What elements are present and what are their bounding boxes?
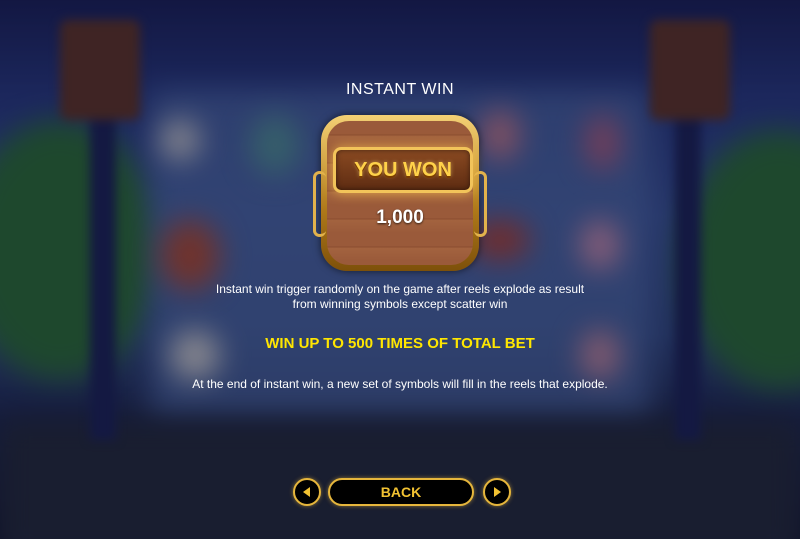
previous-page-button[interactable] [293, 478, 321, 506]
win-amount: 1,000 [376, 207, 424, 228]
banner-text: YOU WON [354, 158, 452, 181]
triangle-right-icon [494, 487, 501, 497]
you-won-banner: YOU WON [333, 147, 473, 193]
screen-title: INSTANT WIN [345, 81, 454, 98]
description: Instant win trigger randomly on the game… [0, 282, 800, 312]
max-win-highlight: WIN UP TO 500 TIMES OF TOTAL BET [265, 335, 535, 352]
you-won-panel: YOU WON 1,000 [313, 111, 487, 275]
back-button[interactable]: BACK [328, 478, 474, 506]
scroll-ornament-right [474, 171, 487, 237]
next-page-button[interactable] [483, 478, 511, 506]
panel-wood [327, 121, 473, 265]
triangle-left-icon [303, 487, 310, 497]
description-line-3: At the end of instant win, a new set of … [192, 377, 608, 391]
scroll-ornament-left [313, 171, 326, 237]
description-line-2: from winning symbols except scatter win [292, 297, 508, 311]
navigation-bar: BACK [0, 478, 800, 506]
description-line-1: Instant win trigger randomly on the game… [215, 282, 585, 296]
